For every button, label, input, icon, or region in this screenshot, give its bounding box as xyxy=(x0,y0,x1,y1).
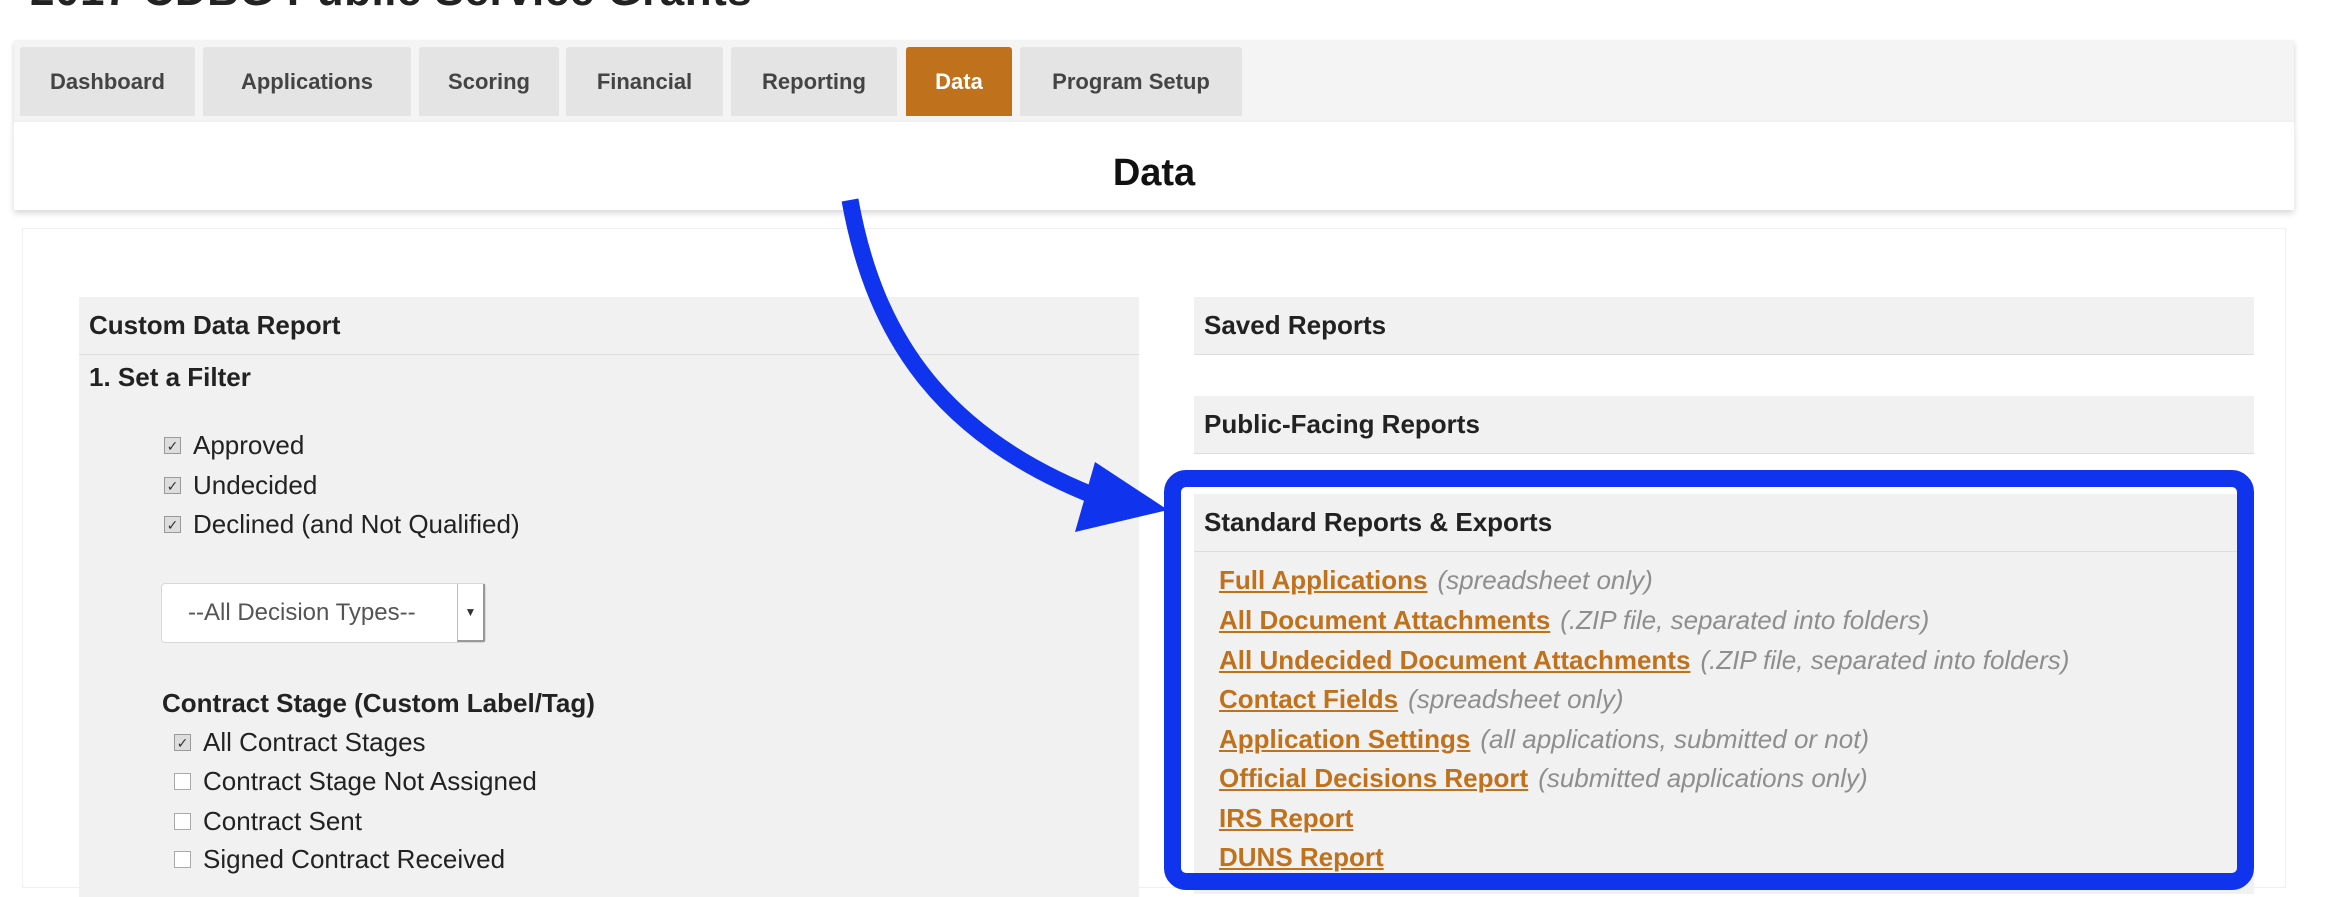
decision-type-select[interactable]: --All Decision Types-- ▼ xyxy=(161,583,486,643)
contract-sent[interactable]: Contract Sent xyxy=(174,806,362,837)
contract-all-stages-label: All Contract Stages xyxy=(203,727,426,757)
decision-type-select-value: --All Decision Types-- xyxy=(188,599,416,626)
tab-data[interactable]: Data xyxy=(906,47,1012,116)
page-title: Data xyxy=(1112,152,1196,194)
set-filter-label: 1. Set a Filter xyxy=(89,362,251,392)
tab-reporting[interactable]: Reporting xyxy=(731,47,897,116)
contract-stage-label: Contract Stage (Custom Label/Tag) xyxy=(162,688,595,718)
tab-dashboard[interactable]: Dashboard xyxy=(20,47,195,116)
annotation-highlight-box xyxy=(1164,470,2254,890)
tab-financial[interactable]: Financial xyxy=(566,47,723,116)
caret-down-icon[interactable]: ▼ xyxy=(457,584,485,642)
check-icon[interactable]: ✓ xyxy=(164,516,181,533)
contract-not-assigned-label: Contract Stage Not Assigned xyxy=(203,766,537,796)
contract-signed-received[interactable]: Signed Contract Received xyxy=(174,844,505,875)
tab-scoring[interactable]: Scoring xyxy=(419,47,559,116)
app-title: 2017 CDBG Public Service Grants xyxy=(30,0,752,16)
filter-undecided-label: Undecided xyxy=(193,470,318,500)
saved-reports-panel[interactable]: Saved Reports xyxy=(1194,297,2254,355)
filter-approved[interactable]: ✓ Approved xyxy=(164,430,304,461)
public-reports-title: Public-Facing Reports xyxy=(1194,396,2254,454)
custom-data-report-title: Custom Data Report xyxy=(79,297,1139,355)
page-heading-band: Data xyxy=(14,122,2294,210)
check-icon[interactable]: ✓ xyxy=(174,734,191,751)
contract-not-assigned[interactable]: Contract Stage Not Assigned xyxy=(174,766,537,797)
check-icon[interactable]: ✓ xyxy=(164,477,181,494)
filter-declined-label: Declined (and Not Qualified) xyxy=(193,509,520,539)
saved-reports-title: Saved Reports xyxy=(1194,297,2254,355)
contract-signed-received-label: Signed Contract Received xyxy=(203,844,506,874)
tab-program-setup[interactable]: Program Setup xyxy=(1020,47,1242,116)
contract-sent-label: Contract Sent xyxy=(203,806,362,836)
filter-approved-label: Approved xyxy=(193,430,305,460)
contract-all-stages[interactable]: ✓ All Contract Stages xyxy=(174,727,426,758)
public-reports-panel[interactable]: Public-Facing Reports xyxy=(1194,396,2254,454)
filter-undecided[interactable]: ✓ Undecided xyxy=(164,470,317,501)
main-nav-tabs: Dashboard Applications Scoring Financial… xyxy=(14,40,2294,122)
filter-declined[interactable]: ✓ Declined (and Not Qualified) xyxy=(164,509,520,540)
tab-applications[interactable]: Applications xyxy=(203,47,411,116)
check-icon[interactable]: ✓ xyxy=(164,437,181,454)
